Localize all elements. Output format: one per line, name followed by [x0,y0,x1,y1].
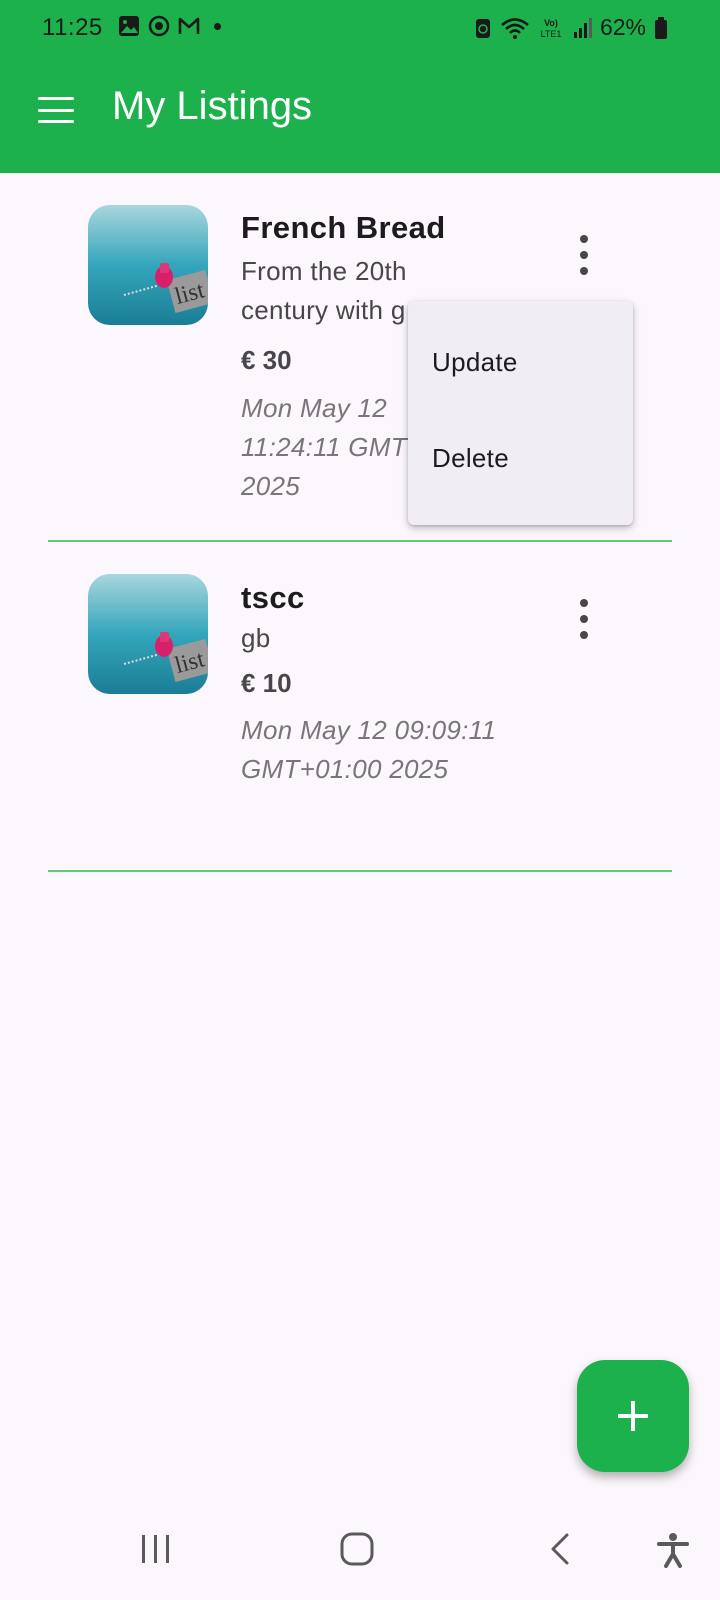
menu-item-update[interactable]: Update [432,347,518,378]
battery-percent: 62% [599,14,646,40]
gmail-icon [178,17,200,34]
listing-title: tscc [241,580,305,615]
status-left-icons [118,15,221,37]
recycle-icon [475,18,490,38]
svg-text:LTE1: LTE1 [541,29,562,39]
plus-icon [618,1401,648,1431]
more-options-icon[interactable] [568,595,600,643]
listing-price: € 30 [241,345,292,375]
status-time: 11:25 [42,14,103,41]
accessibility-icon[interactable] [656,1532,690,1568]
wifi-icon [501,17,529,39]
system-nav-bar [0,1502,720,1600]
volte-icon: Vo) LTE1 [541,18,562,39]
list-item[interactable]: list tscc gb € 10 Mon May 12 09:09:11 GM… [0,543,720,873]
status-bar: 11:25 Vo) LTE1 62% [0,0,720,56]
battery-icon [655,16,667,39]
listing-date: Mon May 12 11:24:11 GMT 2025 [241,393,407,501]
add-listing-button[interactable] [577,1360,689,1472]
listing-price: € 10 [241,668,292,698]
more-options-icon[interactable] [568,231,600,279]
popup-menu: Update Delete [408,301,633,525]
listing-date: Mon May 12 09:09:11 GMT+01:00 2025 [241,715,497,784]
divider [48,870,672,872]
divider [48,540,672,542]
image-icon [119,16,139,36]
page-title: My Listings [112,84,313,128]
svg-text:Vo): Vo) [544,18,558,28]
menu-item-delete[interactable]: Delete [432,443,509,474]
record-icon [148,15,170,37]
listing-title: French Bread [241,210,446,245]
status-right-icons: Vo) LTE1 62% [474,14,668,41]
home-icon[interactable] [340,1532,374,1566]
listing-thumbnail: list [88,205,208,325]
listing-thumbnail: list [88,574,208,694]
signal-icon [573,17,592,38]
back-icon[interactable] [548,1532,572,1566]
hamburger-menu-icon[interactable] [38,97,74,123]
listing-description: From the 20th century with g [241,256,407,325]
app-bar: My Listings [0,56,720,173]
listing-description: gb [241,623,271,653]
recent-apps-icon[interactable] [139,1532,173,1566]
dot-icon [214,22,221,30]
